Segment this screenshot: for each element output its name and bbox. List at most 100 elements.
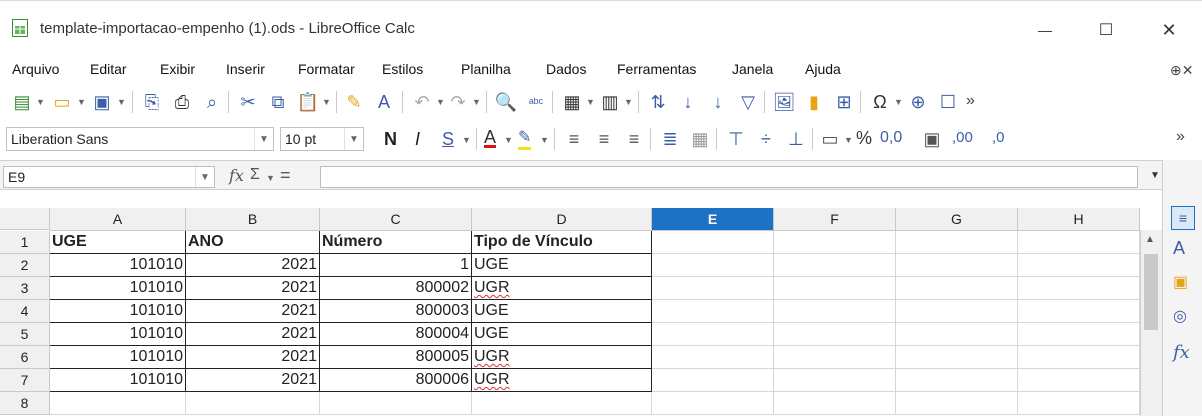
cell[interactable] <box>320 392 472 415</box>
align-right-icon[interactable]: ≡ <box>622 127 646 151</box>
column-header-f[interactable]: F <box>774 208 896 231</box>
cell[interactable] <box>896 277 1018 300</box>
name-box[interactable]: E9 ▼ <box>3 166 215 188</box>
save-icon[interactable]: ▣ <box>90 90 114 114</box>
cell[interactable] <box>652 254 774 277</box>
cell[interactable] <box>896 254 1018 277</box>
italic-button[interactable]: I <box>415 129 420 150</box>
sum-icon[interactable]: Σ <box>250 166 260 184</box>
chevron-down-icon[interactable]: ▼ <box>344 128 363 150</box>
clone-formatting-icon[interactable]: ✎ <box>342 90 366 114</box>
add-decimal-button[interactable]: ,00 <box>952 129 973 146</box>
row-header[interactable]: 6 <box>0 346 50 369</box>
align-bottom-icon[interactable]: ⊥ <box>784 127 808 151</box>
cell[interactable] <box>774 323 896 346</box>
chevron-down-icon[interactable]: ▼ <box>540 135 549 145</box>
cell[interactable] <box>774 369 896 392</box>
cell[interactable] <box>1018 300 1140 323</box>
print-icon[interactable]: ⎙ <box>170 90 194 114</box>
vertical-scrollbar[interactable]: ▲ <box>1140 230 1163 416</box>
menu-janela[interactable]: Janela <box>732 61 773 77</box>
gallery-icon[interactable]: ▣ <box>1173 272 1188 292</box>
cell[interactable]: UGE <box>472 323 652 346</box>
column-header-g[interactable]: G <box>896 208 1018 231</box>
cell[interactable] <box>896 300 1018 323</box>
menu-planilha[interactable]: Planilha <box>461 61 511 77</box>
cell[interactable]: 101010 <box>50 346 186 369</box>
cell[interactable] <box>652 346 774 369</box>
functions-icon[interactable]: fx <box>1173 342 1190 363</box>
menu-estilos[interactable]: Estilos <box>382 61 423 77</box>
undo-icon[interactable]: ↶ <box>410 90 434 114</box>
chevron-down-icon[interactable]: ▼ <box>195 167 214 187</box>
overflow-icon[interactable]: » <box>1176 128 1185 146</box>
cell[interactable] <box>774 392 896 415</box>
menu-ajuda[interactable]: Ajuda <box>805 61 841 77</box>
hyperlink-icon[interactable]: ⊕ <box>906 90 930 114</box>
row-header[interactable]: 4 <box>0 300 50 323</box>
cell[interactable]: 800004 <box>320 323 472 346</box>
cell[interactable]: UGR <box>472 346 652 369</box>
cell[interactable] <box>774 300 896 323</box>
menu-editar[interactable]: Editar <box>90 61 127 77</box>
column-icon[interactable]: ▥ <box>598 90 622 114</box>
cell[interactable]: 2021 <box>186 300 320 323</box>
menu-ferramentas[interactable]: Ferramentas <box>617 61 696 77</box>
cell[interactable]: UGE <box>472 300 652 323</box>
cell[interactable]: 2021 <box>186 254 320 277</box>
find-replace-icon[interactable]: 🔍 <box>494 90 518 114</box>
font-size-combo[interactable]: 10 pt ▼ <box>280 127 364 151</box>
comment-icon[interactable]: ☐ <box>936 90 960 114</box>
insert-image-icon[interactable]: 🖼 <box>772 90 796 114</box>
row-header[interactable]: 8 <box>0 392 50 415</box>
cell[interactable] <box>1018 277 1140 300</box>
row-header[interactable]: 5 <box>0 323 50 346</box>
cell[interactable] <box>652 323 774 346</box>
cell[interactable]: 800006 <box>320 369 472 392</box>
cell[interactable]: 2021 <box>186 323 320 346</box>
cell[interactable] <box>896 323 1018 346</box>
font-color-icon[interactable]: A <box>484 127 496 148</box>
cell[interactable] <box>186 392 320 415</box>
cell[interactable] <box>1018 231 1140 254</box>
column-header-b[interactable]: B <box>186 208 320 231</box>
export-pdf-icon[interactable]: ⎘ <box>140 90 164 114</box>
cell[interactable] <box>896 392 1018 415</box>
cell[interactable]: 101010 <box>50 369 186 392</box>
cell[interactable] <box>652 369 774 392</box>
bold-button[interactable]: N <box>384 129 397 150</box>
chevron-down-icon[interactable]: ▼ <box>504 135 513 145</box>
underline-button[interactable]: S <box>442 129 454 150</box>
row-header[interactable]: 2 <box>0 254 50 277</box>
cell[interactable]: 800005 <box>320 346 472 369</box>
cell[interactable] <box>774 346 896 369</box>
styles-icon[interactable]: A <box>1173 238 1185 259</box>
expand-formula-icon[interactable]: ▼ <box>1150 170 1160 181</box>
chevron-down-icon[interactable]: ▼ <box>586 97 595 107</box>
cell[interactable] <box>1018 392 1140 415</box>
highlight-color-icon[interactable]: ✎ <box>518 127 532 150</box>
cell[interactable]: Tipo de Vínculo <box>472 231 652 254</box>
cell[interactable] <box>652 231 774 254</box>
scroll-thumb[interactable] <box>1144 254 1158 330</box>
formula-input[interactable] <box>320 166 1138 188</box>
properties-icon[interactable]: ≡ <box>1171 206 1195 230</box>
menu-formatar[interactable]: Formatar <box>298 61 355 77</box>
align-middle-icon[interactable]: ÷ <box>754 127 778 151</box>
column-header-e[interactable]: E <box>652 208 774 231</box>
open-folder-icon[interactable]: ▭ <box>50 90 74 114</box>
wrap-text-icon[interactable]: ≣ <box>658 127 682 151</box>
cell[interactable] <box>652 277 774 300</box>
chevron-down-icon[interactable]: ▼ <box>894 97 903 107</box>
cell[interactable]: UGE <box>50 231 186 254</box>
redo-icon[interactable]: ↷ <box>446 90 470 114</box>
select-all-corner[interactable] <box>0 208 50 230</box>
sort-descending-icon[interactable]: ↓ <box>706 90 730 114</box>
cell[interactable]: 101010 <box>50 300 186 323</box>
column-header-a[interactable]: A <box>50 208 186 231</box>
cell[interactable]: UGR <box>472 369 652 392</box>
chevron-down-icon[interactable]: ▼ <box>462 135 471 145</box>
globe-icon[interactable]: ⊕✕ <box>1170 62 1193 79</box>
row-header[interactable]: 7 <box>0 369 50 392</box>
cell[interactable]: Número <box>320 231 472 254</box>
